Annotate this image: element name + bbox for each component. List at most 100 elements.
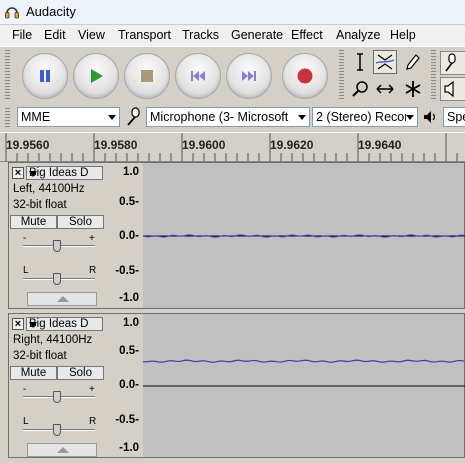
- input-device-select[interactable]: Microphone (3- Microsoft: [146, 107, 310, 127]
- track-channel-info: Left, 44100Hz: [13, 183, 85, 195]
- ruler-tick-label: 19.9580: [94, 138, 138, 152]
- audio-track-left[interactable]: × Big Ideas D Left, 44100Hz 32-bit float…: [8, 162, 465, 309]
- mute-button[interactable]: Mute: [10, 366, 57, 380]
- stop-icon: [141, 70, 153, 82]
- gain-slider-thumb[interactable]: [53, 391, 61, 403]
- close-track-button[interactable]: ×: [12, 167, 24, 179]
- amplitude-tick-label: -0.5-: [115, 414, 139, 426]
- ruler-tick-label: 19.9620: [270, 138, 314, 152]
- menu-view[interactable]: View: [78, 28, 105, 42]
- pan-slider-thumb[interactable]: [53, 273, 61, 285]
- play-icon: [91, 69, 103, 83]
- chevron-down-icon: [29, 322, 37, 328]
- solo-button[interactable]: Solo: [57, 366, 104, 380]
- zoom-tool-icon: [352, 81, 368, 97]
- envelope-tool[interactable]: [373, 50, 397, 74]
- menu-tracks[interactable]: Tracks: [182, 28, 219, 42]
- timeshift-tool-icon: [376, 84, 394, 94]
- input-device-value: Microphone (3- Microsoft: [150, 110, 289, 124]
- meter-grip[interactable]: [431, 50, 436, 100]
- speaker-icon: [444, 80, 454, 98]
- timeshift-tool[interactable]: [373, 77, 397, 101]
- pan-left-label: L: [23, 416, 29, 427]
- gain-slider-thumb[interactable]: [53, 240, 61, 252]
- output-device-value: Spe: [447, 110, 465, 124]
- envelope-tool-icon: [375, 54, 395, 70]
- title-bar: Audacity: [0, 0, 465, 25]
- track-name-menu[interactable]: Big Ideas D: [26, 166, 103, 180]
- zoom-tool[interactable]: [348, 77, 372, 101]
- amplitude-tick-label: 0.5-: [119, 196, 139, 208]
- waveform: [143, 234, 465, 238]
- input-channels-value: 2 (Stereo) Recor: [316, 110, 406, 124]
- skip-start-button[interactable]: [175, 53, 221, 99]
- ruler-tick-label: 19.9600: [182, 138, 226, 152]
- gain-minus-label: -: [23, 233, 27, 244]
- pan-right-label: R: [89, 416, 97, 427]
- microphone-icon: [127, 107, 140, 126]
- microphone-icon: [445, 53, 456, 72]
- collapse-track-button[interactable]: [27, 292, 97, 306]
- audio-host-select[interactable]: MME: [17, 107, 120, 127]
- close-track-button[interactable]: ×: [12, 318, 24, 330]
- amplitude-tick-label: 0.5-: [119, 345, 139, 357]
- draw-tool[interactable]: [401, 50, 425, 74]
- playback-meter[interactable]: [440, 51, 465, 75]
- window-title: Audacity: [26, 4, 76, 19]
- selection-tool-icon: [357, 53, 363, 71]
- waveform: [143, 359, 465, 387]
- waveform-area[interactable]: [143, 163, 465, 308]
- skip-end-button[interactable]: [226, 53, 272, 99]
- gain-plus-label: +: [89, 233, 95, 244]
- vertical-amplitude-ruler: 1.0 0.5- 0.0- -0.5- -1.0: [106, 314, 144, 457]
- record-meter[interactable]: [440, 77, 465, 101]
- speaker-icon: [424, 111, 436, 123]
- chevron-down-icon: [29, 171, 37, 177]
- menu-generate[interactable]: Generate: [231, 28, 283, 42]
- skip-start-icon: [191, 71, 205, 81]
- pause-icon: [40, 70, 50, 82]
- waveform-area[interactable]: [143, 314, 465, 457]
- menu-transport[interactable]: Transport: [118, 28, 171, 42]
- pan-slider-thumb[interactable]: [53, 424, 61, 436]
- status-strip: [0, 458, 465, 463]
- audio-host-value: MME: [21, 110, 51, 124]
- timeline-ruler[interactable]: 19.9560 19.9580 19.9600 19.9620 19.9640: [0, 132, 465, 162]
- track-format-info: 32-bit float: [13, 350, 67, 362]
- amplitude-tick-label: -1.0: [119, 292, 139, 304]
- track-name-menu[interactable]: Big Ideas D: [26, 317, 103, 331]
- collapse-track-button[interactable]: [27, 443, 97, 457]
- mute-button[interactable]: Mute: [10, 215, 57, 229]
- ruler-tick-label: 19.9560: [6, 138, 50, 152]
- play-button[interactable]: [73, 53, 119, 99]
- waveform-line: [143, 359, 465, 363]
- gain-plus-label: +: [89, 384, 95, 395]
- track-control-panel: × Big Ideas D Right, 44100Hz 32-bit floa…: [9, 314, 107, 457]
- record-button[interactable]: [282, 53, 328, 99]
- toolbar-grip[interactable]: [5, 50, 10, 100]
- amplitude-tick-label: -1.0: [119, 442, 139, 454]
- stop-button[interactable]: [124, 53, 170, 99]
- amplitude-tick-label: 1.0: [123, 317, 139, 329]
- pause-button[interactable]: [22, 53, 68, 99]
- audio-track-right[interactable]: × Big Ideas D Right, 44100Hz 32-bit floa…: [8, 313, 465, 458]
- input-channels-select[interactable]: 2 (Stereo) Recor: [312, 107, 418, 127]
- amplitude-tick-label: 1.0: [123, 166, 139, 178]
- skip-end-icon: [242, 71, 256, 81]
- output-device-select[interactable]: Spe: [443, 107, 465, 127]
- menu-file[interactable]: File: [12, 28, 32, 42]
- audacity-logo-icon: [5, 7, 19, 19]
- multi-tool-icon: [405, 81, 421, 97]
- tools-grip[interactable]: [339, 50, 344, 100]
- menu-effect[interactable]: Effect: [291, 28, 323, 42]
- amplitude-tick-label: 0.0-: [119, 379, 139, 391]
- track-name: Big Ideas D: [29, 318, 89, 330]
- menu-analyze[interactable]: Analyze: [336, 28, 380, 42]
- menu-help[interactable]: Help: [390, 28, 416, 42]
- pan-right-label: R: [89, 265, 97, 276]
- multi-tool[interactable]: [401, 77, 425, 101]
- device-grip[interactable]: [5, 108, 10, 128]
- solo-button[interactable]: Solo: [57, 215, 104, 229]
- selection-tool[interactable]: [348, 50, 372, 74]
- menu-edit[interactable]: Edit: [44, 28, 66, 42]
